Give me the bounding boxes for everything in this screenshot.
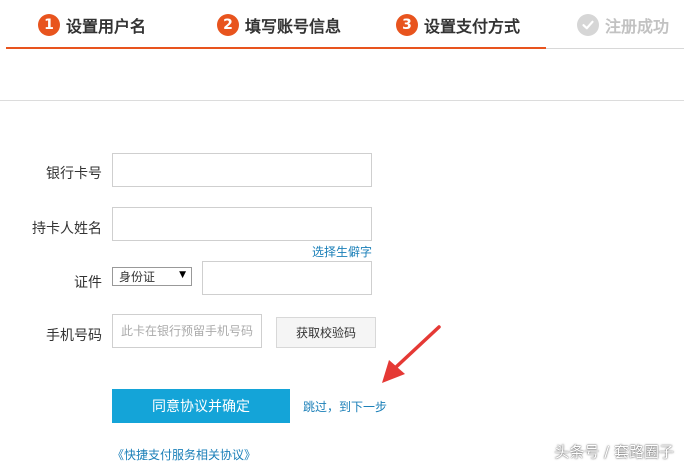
step-3-number: 3 <box>396 14 418 36</box>
step-1-label: 设置用户名 <box>66 17 147 36</box>
annotation-arrow-icon <box>382 325 441 383</box>
skip-next-link[interactable]: 跳过，到下一步 <box>303 398 387 415</box>
get-code-button[interactable]: 获取校验码 <box>276 317 376 348</box>
step-4: 注册成功 <box>577 11 669 39</box>
checkmark-icon <box>577 14 599 36</box>
cardholder-name-input[interactable] <box>112 207 372 241</box>
step-2-number: 2 <box>217 14 239 36</box>
step-1: 1 设置用户名 <box>38 11 146 39</box>
steps-remaining-line <box>546 48 684 49</box>
step-2-label: 填写账号信息 <box>245 17 342 36</box>
step-4-label: 注册成功 <box>605 17 670 36</box>
steps-progress-line <box>6 47 546 49</box>
step-3: 3 设置支付方式 <box>396 11 520 39</box>
phone-input[interactable] <box>112 314 262 348</box>
step-1-number: 1 <box>38 14 60 36</box>
card-number-input[interactable] <box>112 153 372 187</box>
agree-confirm-button[interactable]: 同意协议并确定 <box>112 389 290 423</box>
step-3-label: 设置支付方式 <box>424 17 521 36</box>
id-number-input[interactable] <box>202 261 372 295</box>
id-type-select[interactable]: 身份证 ▼ <box>112 267 192 286</box>
id-type-value: 身份证 <box>119 270 156 284</box>
cardholder-name-label: 持卡人姓名 <box>32 221 102 237</box>
card-number-label: 银行卡号 <box>46 166 102 182</box>
dropdown-arrow-icon: ▼ <box>179 270 186 280</box>
id-label: 证件 <box>74 275 102 291</box>
agreement-link[interactable]: 《快捷支付服务相关协议》 <box>112 446 256 463</box>
section-divider <box>0 100 684 101</box>
watermark-text: 头条号 / 套路圈子 <box>554 443 674 461</box>
registration-steps: 1 设置用户名 2 填写账号信息 3 设置支付方式 注册成功 <box>0 0 684 50</box>
rare-character-link[interactable]: 选择生僻字 <box>312 243 372 260</box>
step-2: 2 填写账号信息 <box>217 11 341 39</box>
phone-label: 手机号码 <box>46 328 102 344</box>
